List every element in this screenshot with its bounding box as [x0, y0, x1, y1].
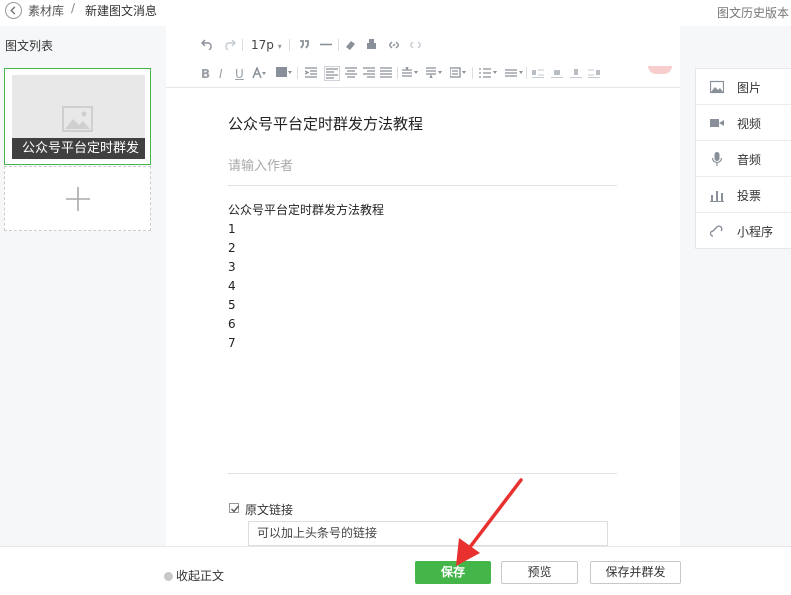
spacing-before-icon[interactable] [402, 67, 420, 78]
font-size-value: 17p [251, 38, 274, 52]
unlink-icon[interactable] [409, 39, 422, 51]
body-line: 公众号平台定时群发方法教程 [228, 203, 385, 217]
breadcrumb-separator: / [71, 1, 76, 15]
author-input[interactable]: 请输入作者 [228, 155, 293, 174]
link-icon[interactable] [388, 39, 400, 51]
original-link-checkbox[interactable] [229, 503, 240, 513]
body-line: 4 [228, 279, 236, 293]
chevron-down-icon: ▾ [277, 42, 282, 51]
video-icon [710, 119, 724, 127]
save-button[interactable]: 保存 [415, 561, 491, 584]
align-left-icon[interactable] [324, 66, 340, 81]
chevron-left-icon [10, 6, 16, 15]
insert-mini-program-button[interactable]: 小程序 [696, 213, 791, 249]
toolbar-divider [289, 39, 290, 51]
line-height-icon[interactable] [450, 67, 468, 78]
ordered-list-icon[interactable] [479, 67, 499, 78]
add-article-button[interactable] [4, 166, 151, 231]
insert-mini-program-label: 小程序 [737, 225, 774, 239]
toolbar-divider [526, 67, 527, 79]
align-justify-icon[interactable] [380, 67, 392, 78]
italic-icon[interactable]: I [219, 67, 223, 81]
toolbar-divider [242, 39, 243, 51]
background-color-icon[interactable] [276, 66, 292, 78]
article-cover: 公众号平台定时群发 [12, 75, 145, 159]
float-none-icon[interactable] [551, 67, 563, 78]
insert-video-label: 视频 [737, 117, 762, 131]
indent-icon[interactable] [305, 67, 317, 78]
toolbar-divider [397, 67, 398, 79]
divider [228, 185, 617, 186]
editor-toolbar: 17p ▾ B I U [166, 26, 680, 88]
body-line: 3 [228, 260, 236, 274]
article-title-input[interactable]: 公众号平台定时群发方法教程 [228, 113, 423, 134]
article-card-title: 公众号平台定时群发 [12, 138, 145, 159]
insert-image-button[interactable]: 图片 [696, 69, 791, 105]
toolbar-divider [472, 67, 473, 79]
redo-icon[interactable] [223, 39, 236, 50]
font-color-icon[interactable] [252, 67, 266, 79]
article-body[interactable]: 公众号平台定时群发方法教程 1 2 3 4 5 6 7 [228, 201, 384, 353]
collapse-body-button[interactable]: 收起正文 [164, 567, 224, 584]
save-and-publish-button[interactable]: 保存并群发 [590, 561, 681, 584]
insert-image-label: 图片 [737, 81, 762, 95]
audio-icon [711, 152, 723, 166]
mini-program-icon [710, 225, 723, 237]
body-line: 2 [228, 241, 236, 255]
eraser-icon[interactable] [344, 39, 356, 51]
body-line: 5 [228, 298, 236, 312]
body-line: 7 [228, 336, 236, 350]
body-line: 1 [228, 222, 236, 236]
article-card[interactable]: 公众号平台定时群发 [4, 68, 151, 165]
editor-area: 17p ▾ B I U 公众号平台定时群发方法教程 请输入作者 公众号平台定时群… [166, 26, 680, 546]
insert-audio-button[interactable]: 音频 [696, 141, 791, 177]
align-right-icon[interactable] [363, 67, 375, 78]
float-center-icon[interactable] [570, 67, 582, 78]
bottom-action-bar: 收起正文 保存 预览 保存并群发 [0, 546, 791, 595]
insert-audio-label: 音频 [737, 153, 762, 167]
collapse-body-label: 收起正文 [176, 569, 225, 583]
insert-vote-label: 投票 [737, 189, 762, 203]
underline-icon[interactable]: U [235, 67, 244, 81]
float-left-icon[interactable] [532, 67, 544, 78]
toolbar-divider [338, 39, 339, 51]
vote-icon [710, 191, 724, 202]
font-size-select[interactable]: 17p ▾ [251, 38, 282, 52]
breadcrumb-root[interactable]: 素材库 [28, 2, 64, 19]
original-link-label: 原文链接 [245, 503, 294, 517]
float-right-icon[interactable] [588, 67, 600, 78]
body-line: 6 [228, 317, 236, 331]
decorative-corner [648, 66, 672, 74]
plus-icon [65, 186, 90, 211]
history-versions-link[interactable]: 图文历史版本 [717, 4, 789, 21]
spacing-after-icon[interactable] [426, 67, 444, 78]
undo-icon[interactable] [201, 39, 214, 50]
checkmark-icon [231, 505, 240, 513]
horizontal-rule-icon[interactable] [320, 39, 332, 50]
image-icon [710, 80, 724, 94]
top-bar: 素材库 / 新建图文消息 图文历史版本 [0, 0, 791, 26]
image-placeholder-icon [62, 106, 93, 132]
insert-vote-button[interactable]: 投票 [696, 177, 791, 213]
collapse-icon [164, 572, 173, 581]
toolbar-divider [297, 67, 298, 79]
quote-icon[interactable] [299, 39, 310, 50]
preview-button[interactable]: 预览 [501, 561, 578, 584]
insert-video-button[interactable]: 视频 [696, 105, 791, 141]
format-brush-icon[interactable] [366, 38, 377, 50]
article-list-title: 图文列表 [5, 39, 54, 53]
original-link-input[interactable]: 可以加上头条号的链接 [248, 521, 608, 546]
breadcrumb-current: 新建图文消息 [85, 4, 158, 18]
bold-icon[interactable]: B [201, 67, 210, 81]
unordered-list-icon[interactable] [505, 67, 525, 78]
divider [228, 473, 617, 474]
back-button[interactable] [5, 2, 22, 19]
insert-panel: 图片 视频 音频 投票 小程序 [695, 68, 791, 249]
align-center-icon[interactable] [345, 67, 357, 78]
